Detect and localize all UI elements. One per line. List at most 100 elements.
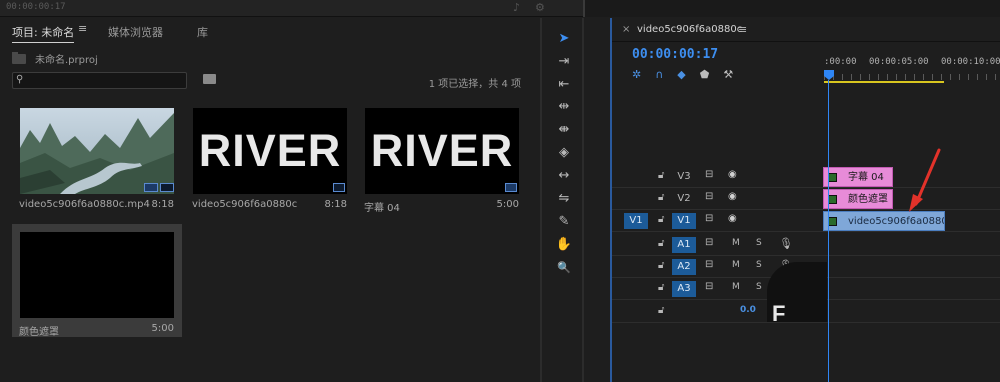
title-thumbnail: RIVER [365,108,519,194]
media-item[interactable]: RIVER video5c906f6a0880c 8:18 [185,100,355,213]
media-duration: 5:00 [496,199,519,210]
ruler-ticks [824,74,1000,80]
fx-badge-icon [828,217,837,226]
thumbnail-text: RIVER [370,125,514,176]
playhead-line [828,80,829,382]
slip-tool-icon[interactable]: ↔ [554,167,574,185]
sequence-thumbnail: RIVER [193,108,347,194]
clip-label: 颜色遮罩 [848,194,888,205]
source-patch-v1[interactable]: V1 [624,213,648,229]
track-label[interactable]: A2 [672,259,696,275]
title-badge-icon [505,183,517,192]
search-icon: ⚲ [16,74,24,85]
video-thumbnail [20,108,174,194]
sync-lock-icon[interactable]: ⊟ [705,191,713,202]
nest-icon[interactable]: ✲ [632,68,641,81]
razor-tool-icon[interactable]: ◈ [554,144,574,162]
sequence-badge-icon [333,183,345,192]
track-label[interactable]: A1 [672,237,696,253]
sync-lock-icon[interactable]: ⊟ [705,213,713,224]
clip-title[interactable]: 字幕 04 [823,167,893,187]
lock-icon[interactable]: 🔓︎ [658,214,664,225]
media-name: video5c906f6a0880c.mp4 [19,199,150,210]
zoom-tool-icon[interactable]: 🔍 [554,259,574,277]
tab-sequence[interactable]: video5c906f6a0880c [637,24,742,35]
sync-lock-icon[interactable]: ⊟ [705,281,713,292]
search-input[interactable] [31,74,181,87]
tab-project[interactable]: 项目: 未命名 [12,24,75,43]
panel-menu-icon[interactable]: ≡ [738,23,747,36]
ruler-label: 00:00:05:00 [869,57,929,67]
sync-lock-icon[interactable]: ⊟ [705,259,713,270]
ruler-label: 00:00:10:00 [941,57,1000,67]
master-volume[interactable]: 0.0 [740,305,756,315]
time-ruler[interactable]: :00:00 00:00:05:00 00:00:10:00 [824,54,1000,86]
fx-badge-icon [828,195,837,204]
eye-icon[interactable]: ◉ [728,213,737,224]
ripple-edit-tool-icon[interactable]: ⇤ [554,76,574,94]
fx-badge-icon [828,173,837,182]
lock-icon[interactable]: 🔓︎ [658,260,664,271]
red-annotation-arrow [909,148,941,212]
track-a1: 🔓︎ A1 ⊟ M S 🎙︎ [612,234,1000,256]
clip-label: video5c906f6a0880c.mp4 [848,216,944,227]
program-timecode: 00:00:00:17 [6,2,66,12]
track-label[interactable]: V1 [672,213,696,229]
tab-libraries[interactable]: 库 [197,24,208,40]
clip-label: 字幕 04 [848,172,884,183]
sync-lock-icon[interactable]: ⊟ [705,237,713,248]
pen-tool-icon[interactable]: ✎ [554,213,574,231]
timeline-tabs: × video5c906f6a0880c ≡ [612,18,1000,42]
solo-button[interactable]: S [756,282,762,292]
rate-stretch-tool-icon[interactable]: ⇼ [554,121,574,139]
work-area-bar[interactable] [824,81,944,83]
mute-button[interactable]: M [732,282,740,292]
lock-icon[interactable]: 🔓︎ [658,192,664,203]
close-sequence-icon[interactable]: × [622,24,630,35]
search-field[interactable]: ⚲ [12,72,187,89]
hand-tool-icon[interactable]: ✋ [554,236,574,254]
marker-icon[interactable]: ⬟ [700,68,710,81]
wrench-icon[interactable]: ⚙ [535,1,545,14]
track-select-tool-icon[interactable]: ⇥ [554,53,574,71]
solo-button[interactable]: S [756,238,762,248]
track-label[interactable]: A3 [672,281,696,297]
media-item-selected[interactable]: 颜色遮罩 5:00 [12,224,182,338]
selection-tool-icon[interactable]: ➤ [554,30,574,48]
new-bin-icon[interactable] [203,74,216,84]
timeline-toolbar: ✲ ∩ ◆ ⬟ ⚒ [632,68,733,81]
matte-thumbnail [20,232,174,318]
selection-status: 1 项已选择，共 4 项 [428,79,521,90]
program-monitor-area [583,0,1000,17]
thumbnail-text: RIVER [198,125,342,176]
overlay-letter: F [772,301,786,326]
media-item[interactable]: video5c906f6a0880c.mp4 8:18 [12,100,182,213]
mic-icon[interactable]: 🎙︎ [779,237,793,250]
panel-menu-icon[interactable]: ≡ [78,22,87,35]
linked-selection-icon[interactable]: ◆ [677,68,685,81]
music-icon[interactable]: ♪ [513,1,520,14]
tools-panel: ➤ ⇥ ⇤ ⇹ ⇼ ◈ ↔ ⇋ ✎ ✋ 🔍 [540,18,584,382]
lock-icon[interactable]: 🔓︎ [658,282,664,293]
timeline-panel: × video5c906f6a0880c ≡ 00:00:00:17 ✲ ∩ ◆… [610,18,1000,382]
lock-icon[interactable]: 🔓︎ [658,238,664,249]
mute-button[interactable]: M [732,260,740,270]
playhead-timecode[interactable]: 00:00:00:17 [632,47,718,62]
lock-icon[interactable]: 🔓︎ [658,305,664,316]
media-name: 颜色遮罩 [19,327,59,338]
tab-media-browser[interactable]: 媒体浏览器 [108,24,163,40]
track-label[interactable]: V3 [672,169,696,185]
wrench-icon[interactable]: ⚒ [723,68,733,81]
snap-icon[interactable]: ∩ [655,68,663,81]
lock-icon[interactable]: 🔓︎ [658,170,664,181]
mute-button[interactable]: M [732,238,740,248]
media-item[interactable]: RIVER 字幕 04 5:00 [357,100,527,214]
slide-tool-icon[interactable]: ⇋ [554,190,574,208]
rolling-edit-tool-icon[interactable]: ⇹ [554,98,574,116]
solo-button[interactable]: S [756,260,762,270]
eye-icon[interactable]: ◉ [728,169,737,180]
clip-color-matte[interactable]: 颜色遮罩 [823,189,893,209]
sync-lock-icon[interactable]: ⊟ [705,169,713,180]
eye-icon[interactable]: ◉ [728,191,737,202]
track-label[interactable]: V2 [672,191,696,207]
